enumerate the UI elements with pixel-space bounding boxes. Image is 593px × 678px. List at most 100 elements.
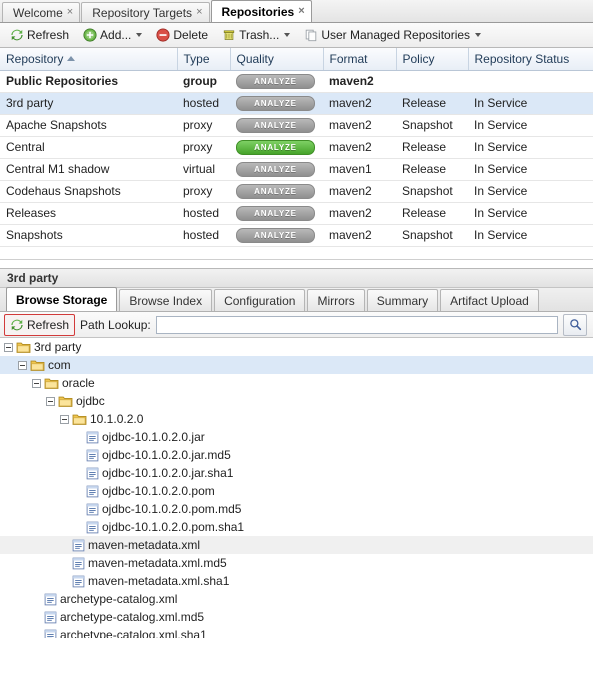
tree-node[interactable]: oracle	[0, 374, 593, 392]
path-lookup-input[interactable]	[155, 315, 558, 334]
tree-collapse-toggle[interactable]	[60, 414, 69, 424]
column-header-type[interactable]: Type	[177, 48, 231, 71]
refresh-icon	[11, 319, 23, 330]
tree-node[interactable]: maven-metadata.xml.sha1	[0, 572, 593, 590]
tree-node[interactable]: archetype-catalog.xml.sha1	[0, 626, 593, 638]
cell-repository: Codehaus Snapshots	[0, 180, 177, 203]
tree-collapse-toggle[interactable]	[32, 378, 41, 388]
tab-label: Browse Storage	[16, 292, 108, 307]
delete-button-label: Delete	[173, 28, 209, 42]
tab-summary[interactable]: Summary	[366, 289, 439, 311]
cell-type: proxy	[177, 136, 230, 159]
trash-icon	[223, 30, 235, 40]
tree-node[interactable]: ojdbc-10.1.0.2.0.jar.sha1	[0, 464, 593, 482]
analyze-badge[interactable]: ANALYZE	[236, 206, 315, 221]
close-icon[interactable]: ×	[196, 7, 202, 18]
table-row[interactable]: Central proxy ANALYZE maven2 Release In …	[0, 136, 593, 159]
tab-browse-index[interactable]: Browse Index	[119, 289, 213, 311]
table-row[interactable]: 3rd party hosted ANALYZE maven2 Release …	[0, 92, 593, 115]
folder-icon	[16, 342, 31, 353]
panel-splitter[interactable]	[0, 260, 593, 268]
tree-node[interactable]: ojdbc-10.1.0.2.0.jar	[0, 428, 593, 446]
tab-artifact-upload[interactable]: Artifact Upload	[440, 289, 539, 311]
chevron-down-icon[interactable]	[475, 33, 482, 37]
tree-node-label: ojdbc-10.1.0.2.0.pom	[102, 484, 215, 498]
cell-format: maven2	[323, 180, 396, 203]
cell-policy	[396, 70, 468, 93]
tree-node[interactable]: ojdbc-10.1.0.2.0.pom.md5	[0, 500, 593, 518]
tree-node-label: 10.1.0.2.0	[90, 412, 144, 426]
cell-type: hosted	[177, 92, 230, 115]
tree-node[interactable]: maven-metadata.xml.md5	[0, 554, 593, 572]
tree-node-label: archetype-catalog.xml.sha1	[60, 628, 207, 638]
chevron-down-icon[interactable]	[136, 33, 143, 37]
tree-node[interactable]: ojdbc-10.1.0.2.0.pom	[0, 482, 593, 500]
tree-collapse-toggle[interactable]	[46, 396, 55, 406]
tree-node[interactable]: maven-metadata.xml	[0, 536, 593, 554]
table-row[interactable]: Public Repositories group ANALYZE maven2	[0, 70, 593, 93]
window-tab-welcome[interactable]: Welcome ×	[2, 2, 81, 22]
file-icon	[44, 629, 57, 638]
delete-button[interactable]: Delete	[150, 24, 214, 46]
cell-type: group	[177, 70, 230, 93]
cell-quality: ANALYZE	[230, 114, 323, 137]
file-icon-wrap	[86, 467, 99, 480]
path-lookup-label: Path Lookup:	[80, 317, 151, 332]
analyze-badge[interactable]: ANALYZE	[236, 140, 315, 155]
column-header-quality[interactable]: Quality	[230, 48, 324, 71]
window-tab-repositories[interactable]: Repositories ×	[210, 0, 312, 22]
column-header-repository[interactable]: Repository	[0, 48, 178, 71]
close-icon[interactable]: ×	[298, 6, 304, 17]
refresh-button[interactable]: Refresh	[4, 24, 75, 46]
storage-refresh-button[interactable]: Refresh	[4, 313, 76, 336]
column-header-repository-status[interactable]: Repository Status	[468, 48, 593, 71]
tree-node-label: ojdbc	[76, 394, 105, 408]
tree-node[interactable]: ojdbc-10.1.0.2.0.jar.md5	[0, 446, 593, 464]
table-row[interactable]: Apache Snapshots proxy ANALYZE maven2 Sn…	[0, 114, 593, 137]
folder-icon	[72, 414, 87, 425]
trash-button[interactable]: Trash...	[216, 24, 296, 46]
column-header-policy[interactable]: Policy	[396, 48, 469, 71]
cell-status: In Service	[468, 180, 593, 203]
folder-icon-wrap	[72, 413, 87, 426]
cell-status: In Service	[468, 202, 593, 225]
tree-node-label: maven-metadata.xml.md5	[88, 556, 227, 570]
add-button[interactable]: Add...	[77, 24, 148, 46]
user-managed-repositories-button[interactable]: User Managed Repositories	[298, 24, 487, 46]
tree-node[interactable]: 3rd party	[0, 338, 593, 356]
tree-node-label: maven-metadata.xml	[88, 538, 201, 552]
tree-node[interactable]: ojdbc	[0, 392, 593, 410]
cell-quality: ANALYZE	[230, 136, 323, 159]
cell-policy: Snapshot	[396, 224, 468, 247]
analyze-badge[interactable]: ANALYZE	[236, 228, 315, 243]
tree-node[interactable]: ojdbc-10.1.0.2.0.pom.sha1	[0, 518, 593, 536]
analyze-badge[interactable]: ANALYZE	[236, 184, 315, 199]
table-row[interactable]: Codehaus Snapshots proxy ANALYZE maven2 …	[0, 180, 593, 203]
tree-node-label: archetype-catalog.xml	[60, 592, 178, 606]
tree-node[interactable]: archetype-catalog.xml.md5	[0, 608, 593, 626]
file-icon-wrap	[72, 557, 85, 570]
table-row[interactable]: Releases hosted ANALYZE maven2 Release I…	[0, 202, 593, 225]
tab-configuration[interactable]: Configuration	[214, 289, 306, 311]
chevron-down-icon[interactable]	[284, 33, 291, 37]
path-lookup-search-button[interactable]	[563, 313, 587, 336]
analyze-badge[interactable]: ANALYZE	[236, 96, 315, 111]
file-icon-wrap	[86, 503, 99, 516]
tree-node[interactable]: com	[0, 356, 593, 374]
analyze-badge[interactable]: ANALYZE	[236, 162, 315, 177]
close-icon[interactable]: ×	[67, 7, 73, 18]
column-header-format[interactable]: Format	[323, 48, 397, 71]
window-tab-repository-targets[interactable]: Repository Targets ×	[81, 2, 210, 22]
analyze-badge[interactable]: ANALYZE	[236, 118, 315, 133]
tree-collapse-toggle[interactable]	[4, 342, 13, 352]
tree-collapse-toggle[interactable]	[18, 360, 27, 370]
table-row[interactable]: Central M1 shadow virtual ANALYZE maven1…	[0, 158, 593, 181]
table-row[interactable]: Snapshots hosted ANALYZE maven2 Snapshot…	[0, 224, 593, 247]
analyze-badge[interactable]: ANALYZE	[236, 74, 315, 89]
tab-mirrors[interactable]: Mirrors	[307, 289, 365, 311]
cell-repository: Apache Snapshots	[0, 114, 177, 137]
tree-node[interactable]: 10.1.0.2.0	[0, 410, 593, 428]
tree-node[interactable]: archetype-catalog.xml	[0, 590, 593, 608]
tab-browse-storage[interactable]: Browse Storage	[6, 287, 118, 311]
detail-panel-title: 3rd party	[0, 268, 593, 288]
